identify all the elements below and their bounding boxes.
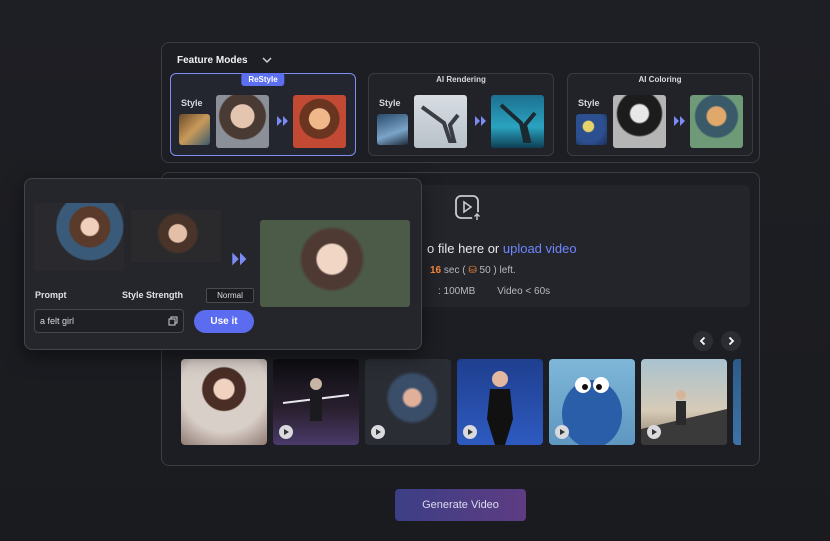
- style-thumbnail: [377, 114, 408, 145]
- sample-video-partial[interactable]: [733, 359, 741, 445]
- style-reference-image: [34, 203, 124, 271]
- play-icon: [463, 425, 477, 439]
- sample-video-cookie-monster[interactable]: [549, 359, 635, 445]
- carousel-next-button[interactable]: [721, 331, 741, 351]
- prompt-label: Prompt: [35, 290, 67, 300]
- sample-video-boxing[interactable]: [365, 359, 451, 445]
- result-thumbnail: [690, 95, 743, 148]
- play-icon: [371, 425, 385, 439]
- upload-video-link[interactable]: upload video: [503, 241, 577, 256]
- style-strength-select[interactable]: Normal: [206, 288, 254, 303]
- mode-badge: AI Rendering: [436, 75, 486, 84]
- feature-modes-header[interactable]: Feature Modes: [177, 53, 274, 67]
- source-video-frame: [131, 210, 221, 262]
- chevron-down-icon[interactable]: [260, 53, 274, 67]
- result-thumbnail: [491, 95, 544, 148]
- sample-video-posing[interactable]: [457, 359, 543, 445]
- style-label: Style: [578, 98, 600, 108]
- double-arrow-icon: [232, 252, 247, 266]
- feature-modes-panel: Feature Modes ReStyle Style AI Rendering…: [161, 42, 760, 163]
- mode-card-ai-coloring[interactable]: AI Coloring Style: [567, 73, 753, 156]
- quota-credits: 50: [479, 265, 491, 276]
- size-limit: : 100MB: [438, 286, 476, 297]
- video-upload-icon: [455, 195, 482, 222]
- style-strength-label: Style Strength: [122, 290, 184, 300]
- sample-video-ballet[interactable]: [181, 359, 267, 445]
- style-thumbnail: [179, 114, 210, 145]
- use-it-button[interactable]: Use it: [194, 310, 254, 333]
- quota-suffix: ) left.: [490, 265, 516, 276]
- carousel-prev-button[interactable]: [693, 331, 713, 351]
- result-video-frame: [260, 220, 410, 307]
- double-arrow-icon: [475, 116, 486, 126]
- example-preview-popup: Prompt Style Strength Normal a felt girl…: [24, 178, 422, 350]
- source-thumbnail: [216, 95, 269, 148]
- style-label: Style: [379, 98, 401, 108]
- copy-icon[interactable]: [168, 316, 178, 326]
- play-icon: [647, 425, 661, 439]
- play-icon: [555, 425, 569, 439]
- sample-video-carousel: [181, 359, 741, 445]
- style-thumbnail: [576, 114, 607, 145]
- credit-icon: ⛁: [468, 265, 477, 276]
- chevron-right-icon: [728, 336, 735, 346]
- generate-video-button[interactable]: Generate Video: [395, 489, 526, 521]
- prompt-value: a felt girl: [40, 316, 75, 326]
- sample-video-sword[interactable]: [273, 359, 359, 445]
- quota-seconds: 16: [430, 265, 442, 276]
- quota-info: 16 sec ( ⛁ 50 ) left.: [430, 265, 516, 276]
- style-label: Style: [181, 98, 203, 108]
- result-thumbnail: [293, 95, 346, 148]
- double-arrow-icon: [674, 116, 685, 126]
- play-icon: [279, 425, 293, 439]
- prompt-input[interactable]: a felt girl: [34, 309, 184, 333]
- quota-mid-text: sec (: [441, 265, 469, 276]
- duration-limit: Video < 60s: [497, 286, 551, 297]
- source-thumbnail: [414, 95, 467, 148]
- chevron-left-icon: [699, 336, 706, 346]
- mode-badge: AI Coloring: [638, 75, 682, 84]
- drop-text: o file here or: [427, 241, 503, 256]
- drop-instructions: o file here or upload video: [427, 241, 577, 256]
- mode-card-restyle[interactable]: ReStyle Style: [170, 73, 356, 156]
- source-thumbnail: [613, 95, 666, 148]
- upload-limits: : 100MB Video < 60s: [438, 286, 550, 297]
- sample-video-ship[interactable]: [641, 359, 727, 445]
- feature-modes-title: Feature Modes: [177, 54, 248, 66]
- mode-badge: ReStyle: [241, 73, 285, 86]
- mode-card-ai-rendering[interactable]: AI Rendering Style: [368, 73, 554, 156]
- double-arrow-icon: [277, 116, 288, 126]
